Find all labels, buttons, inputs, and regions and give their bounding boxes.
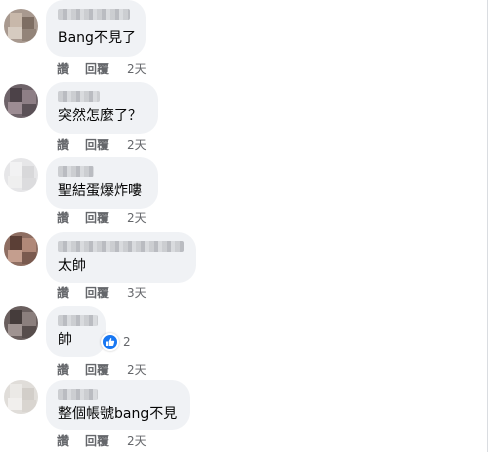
avatar[interactable] bbox=[4, 232, 38, 266]
comment-thread: Bang不見了 讚 回覆 2天 突然怎麼了？ 讚 回覆 2天 聖結蛋爆炸嘍 讚 … bbox=[0, 0, 491, 452]
like-button[interactable]: 讚 bbox=[57, 137, 69, 153]
avatar[interactable] bbox=[4, 9, 38, 43]
timestamp[interactable]: 2天 bbox=[127, 362, 147, 378]
comment-text: 帥 bbox=[58, 332, 72, 348]
author-name[interactable] bbox=[58, 166, 94, 177]
comment-text: Bang不見了 bbox=[58, 30, 136, 46]
timestamp[interactable]: 2天 bbox=[127, 433, 147, 449]
reply-button[interactable]: 回覆 bbox=[85, 433, 109, 449]
like-icon bbox=[101, 333, 119, 351]
avatar[interactable] bbox=[4, 306, 38, 340]
author-name[interactable] bbox=[58, 91, 100, 102]
timestamp[interactable]: 3天 bbox=[127, 285, 147, 301]
comment-text: 突然怎麼了？ bbox=[58, 108, 142, 124]
comment-bubble: 太帥 bbox=[46, 232, 196, 283]
comment-bubble: Bang不見了 bbox=[46, 0, 146, 57]
comment-bubble: 整個帳號bang不見 bbox=[46, 380, 190, 430]
like-button[interactable]: 讚 bbox=[57, 210, 69, 226]
reply-button[interactable]: 回覆 bbox=[85, 61, 109, 77]
reaction-count: 2 bbox=[123, 335, 131, 349]
avatar[interactable] bbox=[4, 380, 38, 414]
scroll-divider bbox=[487, 0, 488, 452]
comment-bubble: 突然怎麼了？ bbox=[46, 82, 158, 134]
reaction-summary[interactable]: 2 bbox=[101, 333, 131, 351]
avatar[interactable] bbox=[4, 158, 38, 192]
timestamp[interactable]: 2天 bbox=[127, 61, 147, 77]
comment-text: 聖結蛋爆炸嘍 bbox=[58, 183, 142, 199]
like-button[interactable]: 讚 bbox=[57, 362, 69, 378]
comment-bubble: 聖結蛋爆炸嘍 bbox=[46, 157, 158, 209]
comment-text: 整個帳號bang不見 bbox=[58, 406, 178, 422]
timestamp[interactable]: 2天 bbox=[127, 137, 147, 153]
author-name[interactable] bbox=[58, 241, 184, 252]
like-button[interactable]: 讚 bbox=[57, 285, 69, 301]
reply-button[interactable]: 回覆 bbox=[85, 137, 109, 153]
like-button[interactable]: 讚 bbox=[57, 433, 69, 449]
author-name[interactable] bbox=[58, 315, 98, 326]
author-name[interactable] bbox=[58, 389, 98, 400]
avatar[interactable] bbox=[4, 84, 38, 118]
author-name[interactable] bbox=[58, 9, 130, 20]
reply-button[interactable]: 回覆 bbox=[85, 285, 109, 301]
timestamp[interactable]: 2天 bbox=[127, 210, 147, 226]
comment-bubble: 帥 bbox=[46, 306, 106, 357]
like-button[interactable]: 讚 bbox=[57, 61, 69, 77]
reply-button[interactable]: 回覆 bbox=[85, 210, 109, 226]
reply-button[interactable]: 回覆 bbox=[85, 362, 109, 378]
comment-text: 太帥 bbox=[58, 258, 86, 274]
